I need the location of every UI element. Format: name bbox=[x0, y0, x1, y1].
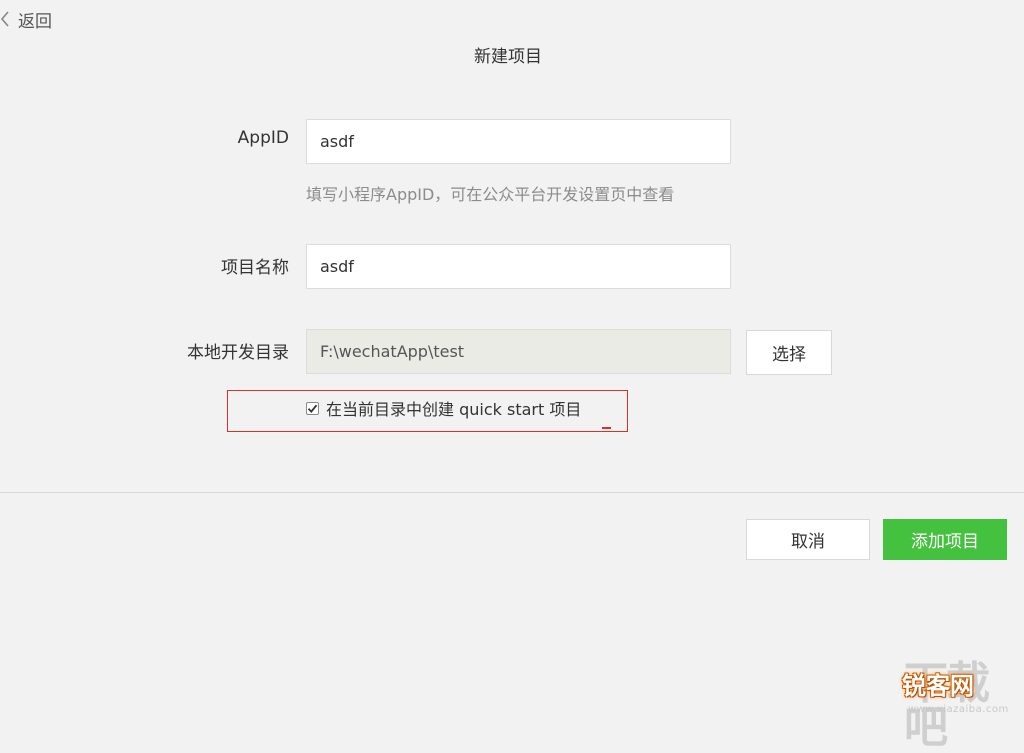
project-name-input[interactable] bbox=[306, 244, 731, 289]
add-project-button[interactable]: 添加项目 bbox=[883, 519, 1007, 560]
watermark-brand-text: 锐客网 bbox=[902, 672, 974, 700]
quickstart-checkbox[interactable] bbox=[306, 401, 319, 415]
checkmark-icon bbox=[307, 404, 318, 413]
page-title: 新建项目 bbox=[474, 47, 542, 67]
quickstart-option[interactable]: 在当前目录中创建 quick start 项目 bbox=[306, 396, 581, 420]
cancel-button[interactable]: 取消 bbox=[746, 519, 870, 560]
appid-input[interactable] bbox=[306, 119, 731, 164]
watermark: 下载吧 锐客网 www.xiazaiba.com bbox=[888, 656, 1020, 750]
back-label: 返回 bbox=[18, 11, 52, 32]
chevron-left-icon bbox=[0, 11, 10, 27]
appid-hint: 填写小程序AppID，可在公众平台开发设置页中查看 bbox=[306, 185, 675, 204]
project-name-label: 项目名称 bbox=[221, 258, 289, 278]
choose-dir-button[interactable]: 选择 bbox=[746, 330, 832, 375]
footer-divider bbox=[0, 492, 1024, 493]
quickstart-label: 在当前目录中创建 quick start 项目 bbox=[326, 400, 582, 419]
local-dir-label: 本地开发目录 bbox=[187, 343, 289, 363]
watermark-url-text: www.xiazaiba.com bbox=[908, 704, 1009, 715]
red-mark bbox=[602, 427, 611, 429]
appid-label: AppID bbox=[237, 128, 289, 148]
local-dir-input bbox=[306, 329, 731, 374]
back-button[interactable]: 返回 bbox=[0, 6, 52, 32]
